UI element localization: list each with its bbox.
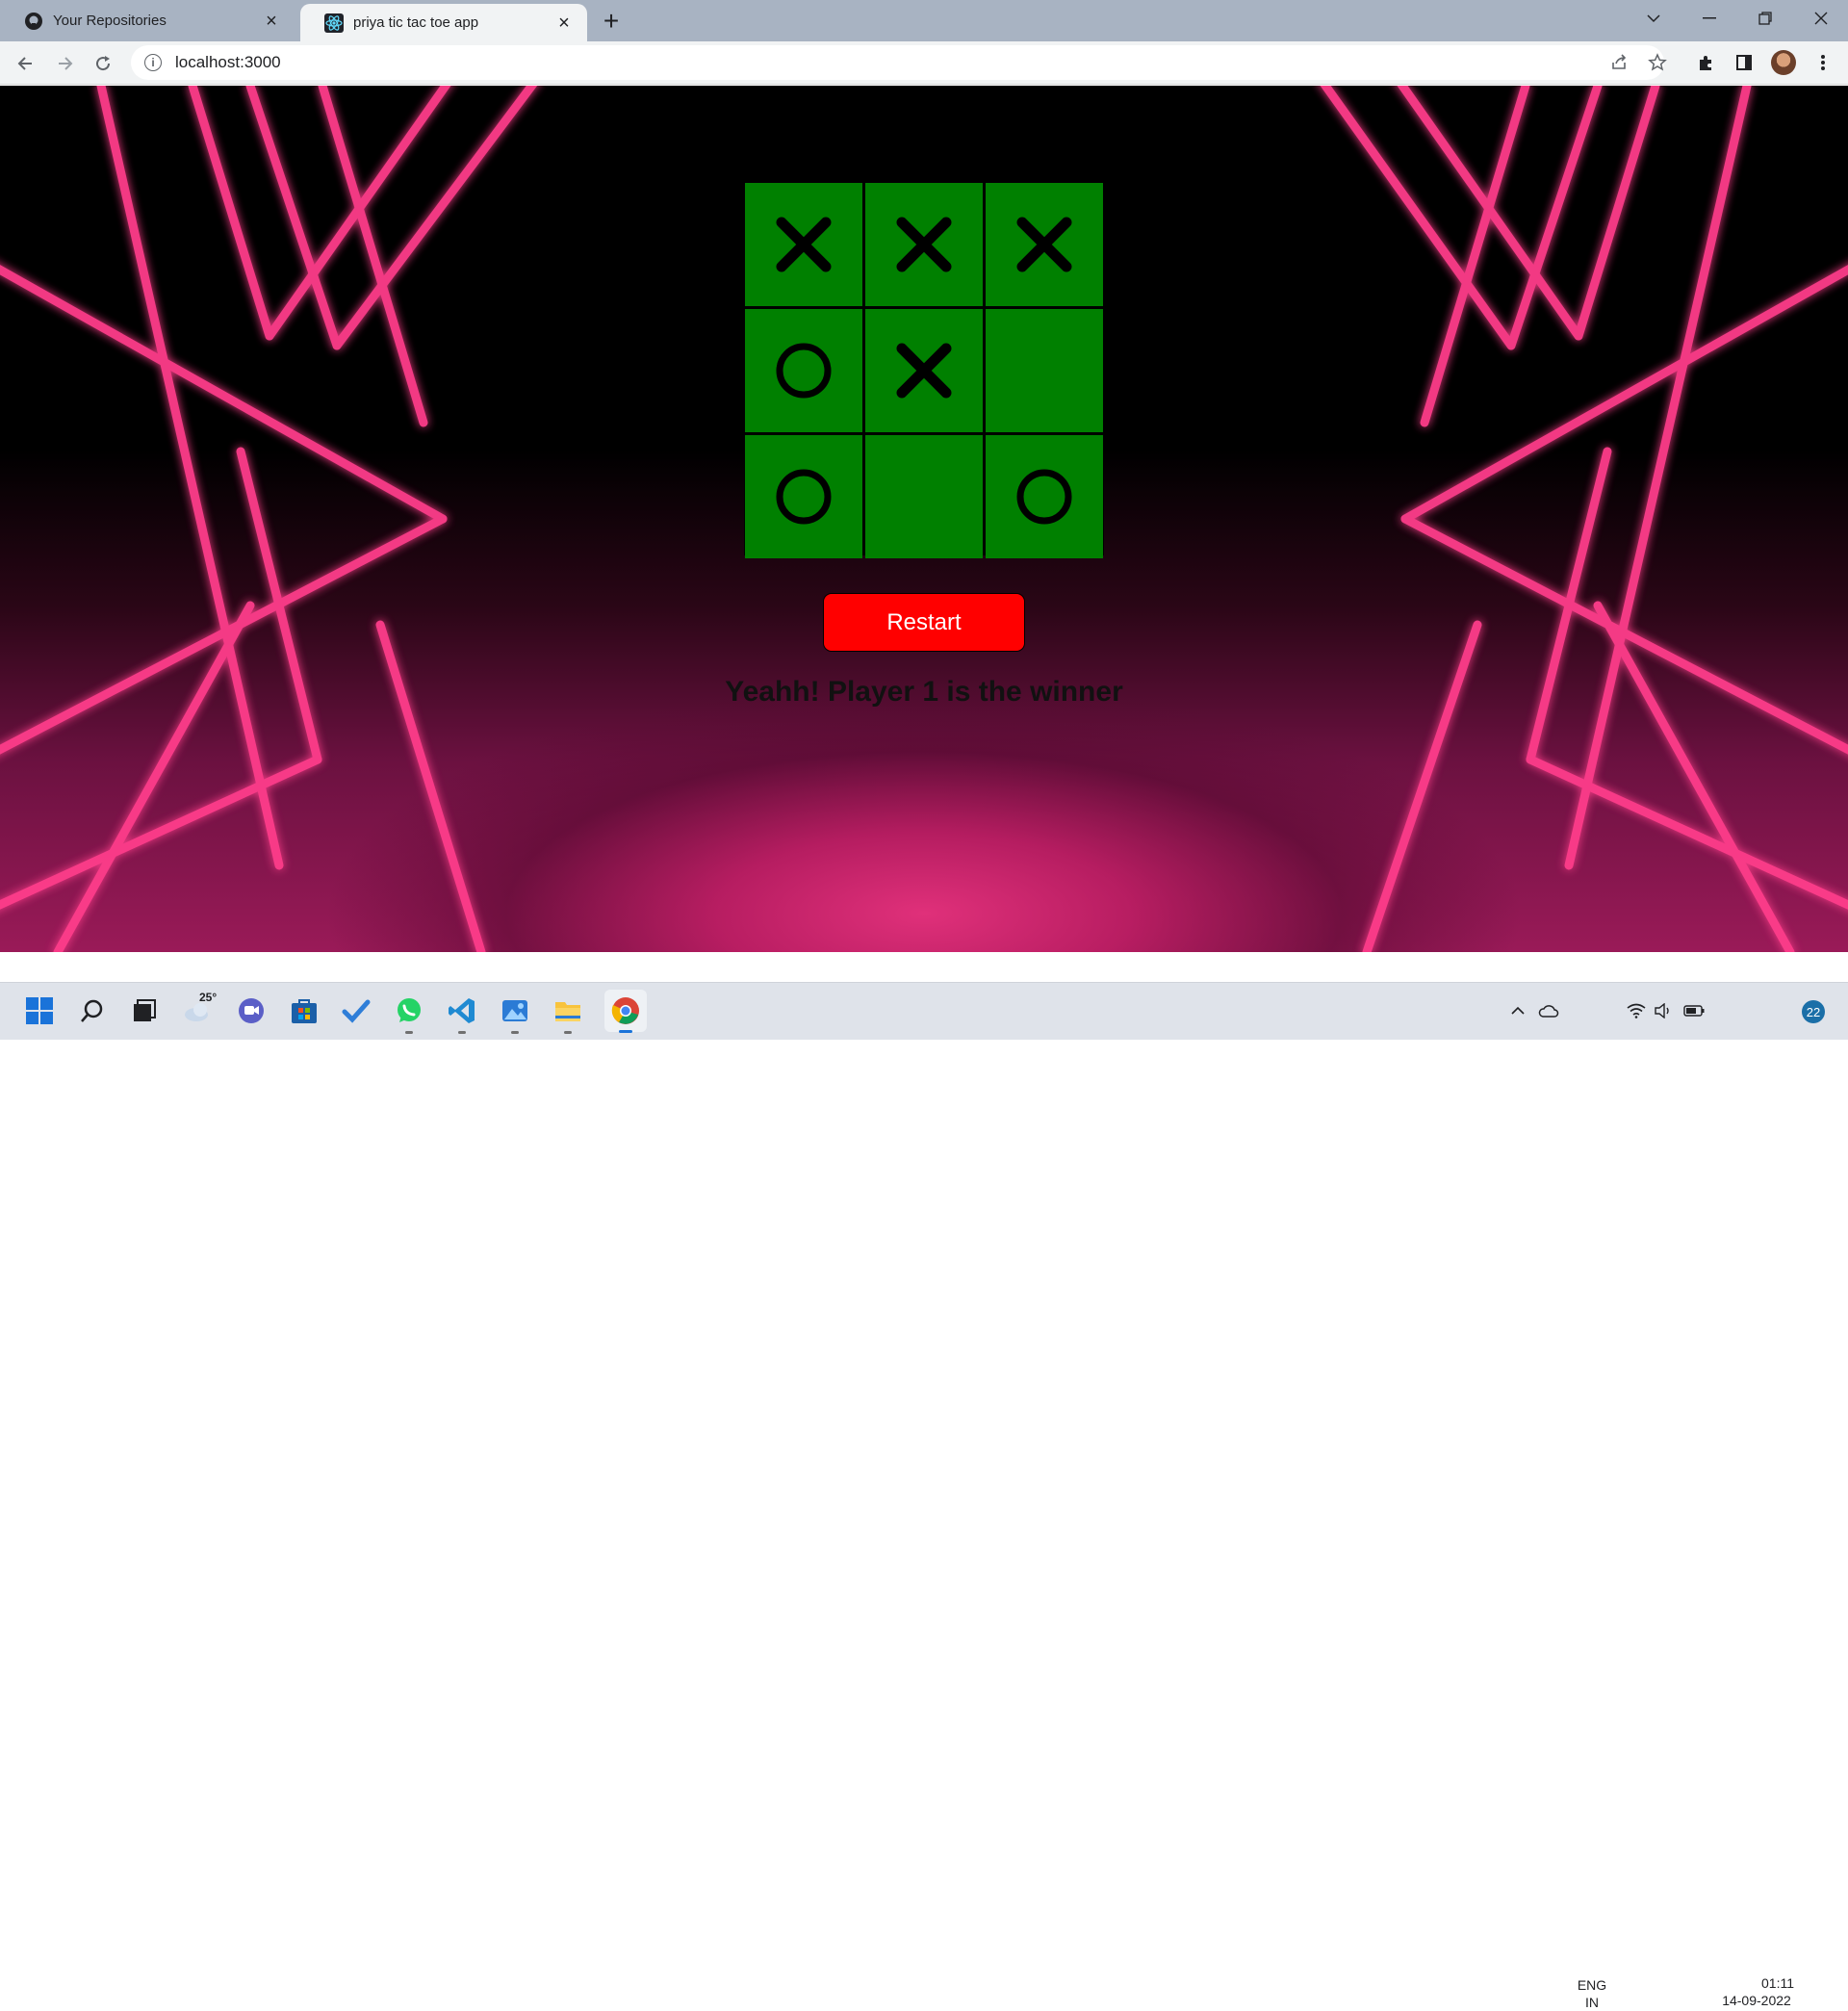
side-panel-icon[interactable] — [1732, 50, 1757, 75]
bookmark-star-icon[interactable] — [1645, 50, 1670, 75]
clock-time: 01:11 — [1761, 1975, 1794, 1991]
tab-your-repositories[interactable]: Your Repositories × — [0, 0, 295, 41]
x-mark-icon — [776, 217, 832, 272]
site-info-icon[interactable]: i — [144, 54, 162, 71]
tab-title: priya tic tac toe app — [353, 14, 479, 31]
o-mark-icon — [776, 469, 832, 525]
tab-title: Your Repositories — [53, 13, 167, 29]
board-cell-x[interactable] — [865, 309, 983, 432]
volume-icon[interactable] — [1652, 994, 1675, 1027]
tab-tic-tac-toe[interactable]: priya tic tac toe app × — [300, 4, 587, 41]
github-icon — [24, 12, 43, 31]
board-cell-o[interactable] — [986, 435, 1103, 558]
board-cell-o[interactable] — [745, 309, 862, 432]
menu-kebab-icon[interactable] — [1810, 50, 1835, 75]
board-cell-o[interactable] — [745, 435, 862, 558]
search-icon[interactable] — [76, 994, 109, 1027]
o-mark-icon — [776, 343, 832, 399]
task-view-icon[interactable] — [128, 994, 161, 1027]
address-bar-row: i localhost:3000 — [0, 41, 1848, 85]
windows-start-icon[interactable] — [23, 994, 56, 1027]
language-indicator: ENG IN — [1571, 1976, 1613, 2011]
weather-icon[interactable]: 25° — [181, 991, 218, 1027]
language-code: ENG — [1577, 1977, 1607, 1993]
battery-icon[interactable] — [1681, 994, 1707, 1027]
onedrive-sync-icon[interactable] — [1536, 994, 1561, 1027]
microsoft-store-icon[interactable] — [288, 994, 321, 1027]
show-hidden-icons-chevron-icon[interactable] — [1505, 994, 1530, 1027]
board-cell-empty[interactable] — [865, 435, 983, 558]
url-field[interactable]: i localhost:3000 — [131, 45, 1664, 80]
tab-strip: Your Repositories × priya tic tac toe ap… — [0, 0, 1848, 41]
board-cell-x[interactable] — [865, 183, 983, 306]
file-explorer-icon[interactable] — [552, 994, 584, 1034]
react-icon — [324, 13, 344, 33]
todo-check-icon[interactable] — [340, 994, 372, 1027]
board-cell-x[interactable] — [986, 183, 1103, 306]
clock[interactable]: 01:11 14-09-2022 — [1713, 1974, 1800, 2009]
clock-date: 14-09-2022 — [1722, 1993, 1791, 2008]
tab-search-icon[interactable] — [1627, 0, 1681, 37]
reload-icon[interactable] — [90, 50, 116, 77]
notification-badge[interactable]: 22 — [1802, 1000, 1825, 1023]
vscode-icon[interactable] — [446, 994, 478, 1034]
board-cell-empty[interactable] — [986, 309, 1103, 432]
restore-icon[interactable] — [1738, 0, 1792, 37]
close-window-icon[interactable] — [1794, 0, 1848, 37]
back-icon[interactable] — [13, 50, 39, 77]
extensions-icon[interactable] — [1693, 50, 1718, 75]
language-region: IN — [1585, 1995, 1599, 2010]
teams-chat-icon[interactable] — [235, 994, 268, 1027]
board-cell-x[interactable] — [745, 183, 862, 306]
x-mark-icon — [896, 343, 952, 399]
new-tab-button[interactable]: + — [597, 6, 626, 36]
x-mark-icon — [1016, 217, 1072, 272]
game-board — [744, 182, 1104, 558]
restart-button[interactable]: Restart — [823, 593, 1025, 652]
winner-message: Yeahh! Player 1 is the winner — [725, 676, 1123, 708]
taskbar: 25° ENG IN 01:11 14-09-2022 — [0, 982, 1848, 2010]
share-icon[interactable] — [1606, 50, 1631, 75]
forward-icon[interactable] — [51, 50, 78, 77]
x-mark-icon — [896, 217, 952, 272]
whatsapp-icon[interactable] — [393, 994, 425, 1034]
minimize-icon[interactable] — [1682, 0, 1736, 37]
profile-avatar[interactable] — [1771, 50, 1796, 75]
url-text: localhost:3000 — [175, 53, 281, 71]
page-viewport: Restart Yeahh! Player 1 is the winner — [0, 86, 1848, 952]
wifi-icon[interactable] — [1625, 994, 1648, 1027]
close-tab-icon[interactable]: × — [262, 12, 281, 31]
o-mark-icon — [1016, 469, 1072, 525]
photos-icon[interactable] — [499, 994, 531, 1034]
weather-temperature: 25° — [199, 991, 218, 1004]
chrome-icon[interactable] — [604, 990, 647, 1033]
close-tab-icon[interactable]: × — [554, 13, 574, 33]
